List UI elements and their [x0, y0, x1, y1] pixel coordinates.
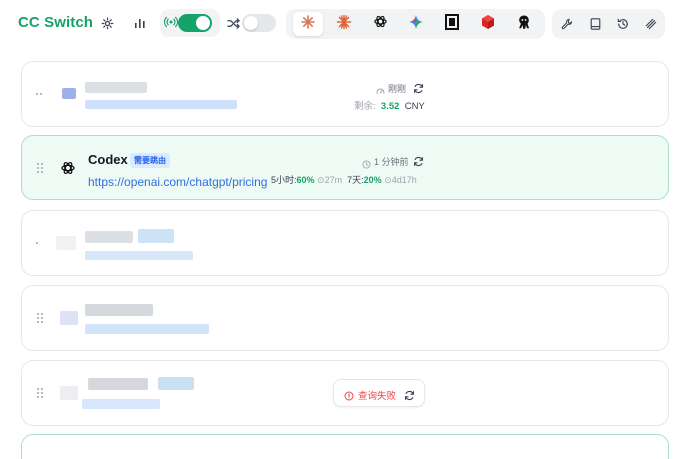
seven-day-reset: 4d17h	[391, 175, 417, 185]
app-title: CC Switch	[18, 14, 94, 31]
provider-url-redacted	[85, 251, 193, 260]
openai-icon	[60, 160, 76, 181]
usage-line: 5小时:60% ⊙27m 7天:20% ⊙4d17h	[271, 173, 417, 186]
gemini-icon	[408, 14, 424, 35]
claude-alt-app-button[interactable]	[329, 12, 359, 36]
openai-app-button[interactable]	[365, 12, 395, 36]
proxy-toggle[interactable]	[178, 14, 212, 32]
tools-bar	[552, 9, 665, 39]
provider-name: Codex	[88, 152, 128, 167]
provider-card[interactable]	[21, 434, 669, 459]
gemini-app-button[interactable]	[401, 12, 431, 36]
query-failed-label: 查询失败	[358, 391, 397, 402]
drag-handle-icon[interactable]	[36, 89, 44, 101]
octopus-icon	[516, 14, 532, 35]
balance-label: 剩余:	[354, 101, 376, 112]
five-hour-pct: 60%	[296, 175, 315, 185]
toggle-knob	[196, 16, 210, 30]
drag-handle-icon[interactable]	[37, 388, 45, 400]
failover-toggle[interactable]	[242, 14, 276, 32]
provider-name-redacted	[85, 231, 133, 243]
toggle-knob	[244, 16, 258, 30]
claude-icon	[300, 14, 316, 35]
balance-unit: CNY	[404, 101, 425, 112]
provider-card[interactable]: 查询失败	[21, 360, 669, 426]
five-hour-reset: 27m	[324, 175, 343, 185]
provider-card[interactable]	[21, 285, 669, 351]
provider-card[interactable]: 刚刚 剩余: 3.52 CNY	[21, 61, 669, 127]
claude-alt-icon	[336, 14, 352, 35]
octopus-app-button[interactable]	[509, 12, 539, 36]
provider-icon	[60, 311, 78, 325]
provider-url-link[interactable]: https://openai.com/chatgpt/pricing	[88, 175, 267, 189]
wrench-icon[interactable]	[558, 15, 576, 33]
provider-name-redacted	[88, 378, 148, 390]
provider-url-redacted	[85, 324, 209, 334]
provider-card-active[interactable]: Codex 需要跳由 https://openai.com/chatgpt/pr…	[21, 135, 669, 200]
seven-day-label: 7天:	[347, 175, 364, 185]
openai-icon	[373, 14, 388, 34]
shuffle-icon	[224, 14, 242, 32]
app-switcher	[286, 9, 545, 39]
refresh-icon[interactable]	[404, 388, 415, 406]
provider-url-redacted	[82, 399, 160, 409]
routing-badge: 需要跳由	[130, 153, 170, 168]
drag-handle-icon[interactable]	[37, 313, 45, 325]
provider-badge-redacted	[138, 229, 174, 243]
broadcast-icon	[163, 15, 179, 34]
provider-name-redacted	[85, 82, 147, 93]
proxy-toggle-group	[160, 9, 220, 37]
clock-icon: ⊙	[317, 175, 325, 185]
alert-circle-icon	[344, 388, 354, 406]
book-icon[interactable]	[586, 15, 604, 33]
opencode-app-button[interactable]	[437, 12, 467, 36]
balance-line: 剩余: 3.52 CNY	[354, 98, 425, 112]
provider-url-redacted	[85, 100, 237, 109]
gear-icon[interactable]	[98, 14, 116, 32]
cube-app-button[interactable]	[473, 12, 503, 36]
provider-card[interactable]	[21, 210, 669, 276]
cube-icon	[480, 14, 496, 35]
claude-app-button[interactable]	[293, 12, 323, 36]
refresh-icon[interactable]	[413, 81, 424, 99]
opencode-icon	[445, 13, 459, 35]
app-header: CC Switch	[0, 0, 690, 52]
history-icon[interactable]	[614, 15, 632, 33]
query-failed-button[interactable]: 查询失败	[333, 379, 425, 407]
refresh-time: 刚刚	[388, 84, 407, 94]
stack-icon[interactable]	[642, 15, 660, 33]
clock-icon	[362, 156, 371, 174]
bar-chart-icon[interactable]	[131, 14, 149, 32]
provider-icon	[60, 386, 78, 400]
refresh-time: 1 分钟前	[374, 157, 409, 167]
provider-name-redacted	[85, 304, 153, 316]
refresh-icon[interactable]	[413, 154, 424, 172]
drag-handle-icon[interactable]	[36, 238, 44, 250]
seven-day-pct: 20%	[363, 175, 382, 185]
balance-value: 3.52	[380, 101, 400, 112]
clock-icon: ⊙	[384, 175, 392, 185]
drag-handle-icon[interactable]	[37, 163, 45, 175]
provider-badge-redacted	[158, 377, 194, 390]
provider-icon	[62, 88, 76, 99]
provider-icon	[56, 236, 76, 250]
five-hour-label: 5小时:	[271, 175, 297, 185]
